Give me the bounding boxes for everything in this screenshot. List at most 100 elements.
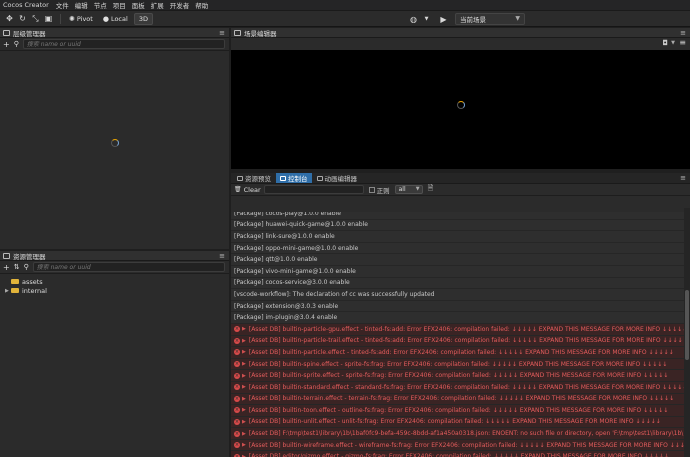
log-row-error[interactable]: × ▶ [Asset DB] builtin-sprite.effect - spr… — [231, 370, 684, 382]
log-row-info[interactable]: [Package] extension@3.0.3 enable — [231, 300, 684, 313]
console-scrollbar[interactable] — [684, 208, 690, 457]
log-row-error[interactable]: × ▶ [Asset DB] builtin-unlit.effect - unli… — [231, 416, 684, 429]
add-icon[interactable]: + — [3, 263, 10, 272]
sort-icon[interactable]: ⇅ — [14, 263, 20, 271]
regex-checkbox[interactable] — [368, 186, 375, 193]
log-level-select[interactable]: all ▼ — [394, 185, 423, 194]
tree-item-assets[interactable]: assets — [0, 277, 229, 286]
expand-arrow-icon[interactable]: ▶ — [242, 442, 246, 448]
console-toolbar: 🗑 Clear 正则 all ▼ 🗎 — [231, 184, 690, 196]
log-row-error[interactable]: × ▶ [Asset DB] builtin-toon.effect - outli… — [231, 405, 684, 417]
move-tool-icon[interactable]: ✥ — [4, 13, 15, 24]
log-row-info[interactable]: [Package] cocos-service@3.0.0 enable — [231, 277, 684, 290]
log-row-error[interactable]: × ▶ [Asset DB] builtin-particle-gpu.effect… — [231, 323, 684, 336]
expand-arrow-icon[interactable]: ▶ — [242, 326, 246, 332]
rect-tool-icon[interactable]: ▣ — [43, 13, 54, 24]
chevron-down-icon: ▼ — [515, 15, 520, 22]
expand-arrow-icon[interactable]: ▶ — [242, 407, 246, 413]
menu-item-node[interactable]: 节点 — [94, 0, 107, 10]
assets-search[interactable] — [32, 262, 225, 272]
menu-item-developer[interactable]: 开发者 — [170, 0, 190, 10]
tree-item-internal[interactable]: ▶ internal — [0, 286, 229, 295]
log-text: [Asset DB] F:\tmp\test1\library\1b\1baf0… — [248, 430, 684, 438]
log-row-info[interactable]: [Package] im-plugin@3.0.4 enable — [231, 312, 684, 324]
panel-menu-icon[interactable]: ≡ — [219, 252, 225, 260]
trash-icon: 🗑 — [234, 186, 242, 193]
expand-arrow-icon[interactable]: ▶ — [242, 338, 246, 344]
log-row-error[interactable]: × ▶ [Asset DB] builtin-terrain.effect - te… — [231, 393, 684, 406]
log-row-error[interactable]: × ▶ [Asset DB] builtin-particle-trail.effe… — [231, 335, 684, 348]
log-text: [Asset DB] builtin-toon.effect - outline… — [248, 406, 669, 414]
console-panel: 资源预览 控制台 动画编辑器 ≡ 🗑 Clear 正则 all ▼ 🗎 [Pack… — [231, 173, 690, 457]
menu-item-file[interactable]: 文件 — [56, 0, 69, 10]
open-log-file-icon[interactable]: 🗎 — [428, 184, 434, 195]
assets-search-input[interactable] — [36, 263, 224, 271]
menu-item-project[interactable]: 项目 — [113, 0, 126, 10]
scene-select-value: 当前场景 — [460, 16, 486, 24]
log-row-error[interactable]: × ▶ [Asset DB] builtin-spine.effect - spri… — [231, 358, 684, 371]
expand-arrow-icon[interactable]: ▶ — [242, 361, 246, 367]
clear-button[interactable]: 🗑 Clear — [234, 186, 261, 194]
console-log-list: [Package] cocos-play@1.0.0 enable [Packag… — [231, 208, 684, 457]
log-row-info[interactable]: [Package] qtt@1.0.0 enable — [231, 254, 684, 266]
expand-arrow-icon[interactable]: ▶ — [242, 396, 246, 402]
menu-item-extension[interactable]: 扩展 — [151, 0, 164, 10]
panel-menu-icon[interactable]: ≡ — [680, 174, 686, 182]
preview-platform-icon[interactable]: ◍ — [408, 14, 419, 25]
panel-menu-icon[interactable]: ≡ — [219, 29, 225, 37]
error-icon: × — [234, 430, 240, 437]
scale-tool-icon[interactable]: ⤡ — [30, 13, 41, 24]
expand-arrow-icon[interactable]: ▶ — [242, 373, 246, 379]
error-icon: × — [234, 361, 240, 368]
panel-menu-icon[interactable]: ≡ — [680, 29, 686, 37]
chevron-right-icon[interactable]: ▶ — [5, 288, 10, 294]
scene-select[interactable]: 当前场景 ▼ — [455, 13, 525, 25]
log-row-error[interactable]: × ▶ [Asset DB] builtin-wireframe.effect - … — [231, 439, 684, 452]
play-icon[interactable]: ▶ — [438, 14, 449, 25]
add-icon[interactable]: + — [3, 40, 10, 49]
tab-animation-editor[interactable]: 动画编辑器 — [313, 173, 362, 183]
log-row-error[interactable]: × ▶ [Asset DB] editor/gizmo.effect - gizmo… — [231, 451, 684, 457]
bottom-tabs: 资源预览 控制台 动画编辑器 ≡ — [231, 173, 690, 184]
console-filter-input[interactable] — [263, 185, 364, 194]
log-row-info[interactable]: [Package] oppo-mini-game@1.0.0 enable — [231, 242, 684, 255]
log-row-info[interactable]: [Package] vivo-mini-game@1.0.0 enable — [231, 265, 684, 278]
menu-item-help[interactable]: 帮助 — [195, 0, 208, 10]
hierarchy-toolbar: + ⚲ — [0, 38, 229, 51]
log-text: [Asset DB] builtin-particle-gpu.effect -… — [248, 325, 684, 333]
console-icon — [280, 175, 286, 181]
log-row-error[interactable]: × ▶ [Asset DB] builtin-standard.effect - s… — [231, 381, 684, 394]
log-text: [Package] huawei-quick-game@1.0.0 enable — [234, 221, 368, 229]
expand-arrow-icon[interactable]: ▶ — [242, 349, 246, 355]
hierarchy-search-input[interactable] — [26, 40, 224, 48]
log-row-info[interactable]: [vscode-workflow]: The declaration of cc… — [231, 289, 684, 301]
scrollbar-thumb[interactable] — [685, 290, 689, 360]
mode-3d-button[interactable]: 3D — [133, 12, 153, 25]
menu-bar: Cocos Creator 文件 编辑 节点 项目 面板 扩展 开发者 帮助 — [0, 0, 690, 11]
local-button[interactable]: ● Local — [99, 13, 132, 25]
tab-console[interactable]: 控制台 — [276, 173, 312, 183]
pivot-button[interactable]: ✺ Pivot — [65, 13, 97, 25]
search-type-icon[interactable]: ⚲ — [14, 40, 19, 48]
hierarchy-search[interactable] — [22, 39, 225, 49]
log-row-info[interactable]: [Package] huawei-quick-game@1.0.0 enable — [231, 219, 684, 232]
log-row-error[interactable]: × ▶ [Asset DB] F:\tmp\test1\library\1b\1ba… — [231, 428, 684, 440]
animation-icon — [316, 175, 323, 181]
log-row-error[interactable]: × ▶ [Asset DB] builtin-particle.effect - t… — [231, 347, 684, 359]
expand-arrow-icon[interactable]: ▶ — [242, 431, 246, 437]
menu-item-panel[interactable]: 面板 — [132, 0, 145, 10]
expand-arrow-icon[interactable]: ▶ — [242, 384, 246, 390]
assets-toolbar: + ⇅ ⚲ — [0, 261, 229, 274]
log-row-info[interactable]: [Package] link-sure@1.0.0 enable — [231, 231, 684, 243]
loading-spinner-icon — [457, 101, 465, 109]
dropdown-arrow-icon[interactable]: ▼ — [671, 40, 675, 46]
menu-item-edit[interactable]: 编辑 — [75, 0, 88, 10]
regex-label: 正则 — [376, 186, 390, 195]
dropdown-arrow-icon[interactable]: ▼ — [421, 14, 432, 25]
rotate-tool-icon[interactable]: ↻ — [17, 13, 28, 24]
camera-icon[interactable]: ◘ — [662, 39, 668, 47]
search-type-icon[interactable]: ⚲ — [24, 263, 29, 271]
scene-settings-icon[interactable]: ≡ — [679, 38, 686, 47]
expand-arrow-icon[interactable]: ▶ — [242, 419, 246, 425]
tab-asset-preview[interactable]: 资源预览 — [233, 173, 275, 183]
